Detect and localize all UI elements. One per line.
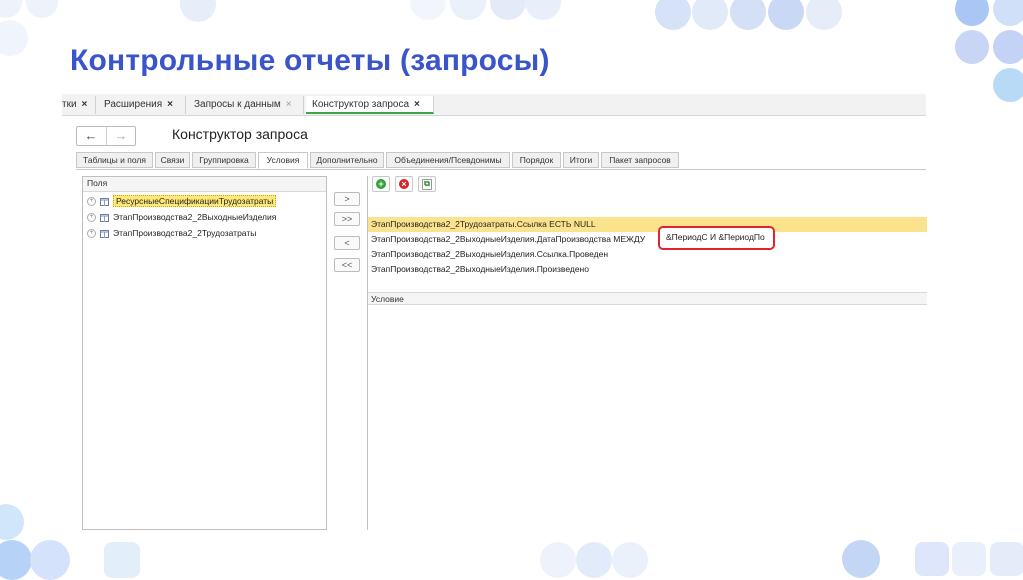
doc-tab-label: тки <box>62 99 77 110</box>
decor-square <box>990 542 1023 576</box>
decor-circle <box>993 30 1023 64</box>
decor-circle <box>655 0 691 30</box>
decor-circle <box>993 0 1023 26</box>
decor-square <box>104 542 140 578</box>
doc-tab-label: Конструктор запроса <box>312 99 410 110</box>
move-all-left-button[interactable]: << <box>334 258 360 272</box>
condition-row[interactable]: ЭтапПроизводства2_2ВыходныеИзделия.Ссылк… <box>368 247 927 262</box>
move-right-button[interactable]: > <box>334 192 360 206</box>
delete-condition-button[interactable]: × <box>395 176 413 192</box>
form-title: Конструктор запроса <box>172 126 308 142</box>
tab-query-batch[interactable]: Пакет запросов <box>601 152 679 168</box>
decor-circle <box>612 542 648 578</box>
tree-item-label: РесурсныеСпецификацииТрудозатраты <box>113 195 277 207</box>
tab-order[interactable]: Порядок <box>512 152 561 168</box>
decor-circle <box>525 0 561 20</box>
highlighted-period-parameters: &ПериодС И &ПериодПо <box>658 226 775 250</box>
decor-circle <box>490 0 526 20</box>
tree-item[interactable]: + ЭтапПроизводства2_2Трудозатраты <box>87 226 256 240</box>
condition-row[interactable]: ЭтапПроизводства2_2ВыходныеИзделия.ДатаП… <box>368 232 927 247</box>
tab-grouping[interactable]: Группировка <box>192 152 256 168</box>
tab-unions-aliases[interactable]: Объединения/Псевдонимы <box>386 152 510 168</box>
decor-circle <box>955 0 989 26</box>
decor-circle <box>768 0 804 30</box>
decor-circle <box>540 542 576 578</box>
decor-circle <box>993 68 1023 102</box>
query-designer-window: тки × Расширения × Запросы к данным × Конст… <box>62 94 927 530</box>
decor-circle <box>730 0 766 30</box>
tab-additional[interactable]: Дополнительно <box>310 152 384 168</box>
tab-tables-and-fields[interactable]: Таблицы и поля <box>76 152 153 168</box>
decor-circle <box>30 540 70 580</box>
fields-panel-header: Поля <box>83 177 326 192</box>
close-icon[interactable]: × <box>414 99 420 110</box>
tree-item[interactable]: + РесурсныеСпецификацииТрудозатраты <box>87 194 277 208</box>
decor-circle <box>180 0 216 22</box>
decor-circle <box>0 0 22 18</box>
add-condition-button[interactable]: + <box>372 176 390 192</box>
table-icon <box>100 197 109 206</box>
decor-circle <box>806 0 842 30</box>
decor-circle <box>450 0 486 20</box>
condition-row[interactable]: ЭтапПроизводства2_2Трудозатраты.Ссылка Е… <box>368 217 927 232</box>
decor-circle <box>0 540 32 580</box>
doc-tab-label: Запросы к данным <box>194 99 281 110</box>
expand-icon[interactable]: + <box>87 213 96 223</box>
tab-totals[interactable]: Итоги <box>563 152 599 168</box>
close-icon[interactable]: × <box>82 99 88 110</box>
tree-item-label: ЭтапПроизводства2_2Трудозатраты <box>113 228 257 238</box>
decor-circle <box>692 0 728 30</box>
decor-circle <box>410 0 446 20</box>
doc-tab-label: Расширения <box>104 99 163 110</box>
close-icon[interactable]: × <box>167 99 173 110</box>
back-arrow-icon[interactable]: ← <box>77 127 105 145</box>
close-icon[interactable]: × <box>286 99 292 110</box>
decor-circle <box>0 20 28 56</box>
decor-square <box>952 542 986 576</box>
move-all-right-button[interactable]: >> <box>334 212 360 226</box>
doc-tab-query-designer[interactable]: Конструктор запроса × <box>306 96 434 114</box>
decor-circle <box>26 0 58 18</box>
copy-icon: ⧉ <box>422 179 432 190</box>
designer-tab-bar: Таблицы и поля Связи Группировка Условия… <box>76 152 926 170</box>
tab-conditions[interactable]: Условия <box>258 152 308 169</box>
doc-tab-extensions[interactable]: Расширения × <box>98 96 186 114</box>
doc-tab-data-queries[interactable]: Запросы к данным × <box>188 96 304 114</box>
tree-item[interactable]: + ЭтапПроизводства2_2ВыходныеИзделия <box>87 210 276 224</box>
decor-circle <box>842 540 880 578</box>
navigation-buttons: ← → <box>76 126 136 146</box>
copy-condition-button[interactable]: ⧉ <box>418 176 436 192</box>
tree-item-label: ЭтапПроизводства2_2ВыходныеИзделия <box>113 212 277 222</box>
move-left-button[interactable]: < <box>334 236 360 250</box>
conditions-grid-header: Условие <box>368 292 927 305</box>
table-icon <box>100 229 109 238</box>
tab-links[interactable]: Связи <box>155 152 190 168</box>
decor-circle <box>0 504 24 540</box>
conditions-panel: + × ⧉ Условие ЭтапПроизводства2_2Трудоза… <box>367 176 927 530</box>
delete-icon: × <box>399 179 409 189</box>
document-tab-bar: тки × Расширения × Запросы к данным × Конст… <box>62 94 926 116</box>
table-icon <box>100 213 109 222</box>
fields-panel: Поля + РесурсныеСпецификацииТрудозатраты … <box>82 176 327 530</box>
doc-tab-partial[interactable]: тки × <box>56 96 96 114</box>
add-icon: + <box>376 179 386 189</box>
expand-icon[interactable]: + <box>87 197 96 207</box>
condition-row[interactable]: ЭтапПроизводства2_2ВыходныеИзделия.Произ… <box>368 262 927 277</box>
forward-arrow-icon[interactable]: → <box>106 127 135 145</box>
decor-square <box>915 542 949 576</box>
expand-icon[interactable]: + <box>87 229 96 239</box>
decor-circle <box>955 30 989 64</box>
slide-title: Контрольные отчеты (запросы) <box>70 44 550 77</box>
decor-circle <box>576 542 612 578</box>
